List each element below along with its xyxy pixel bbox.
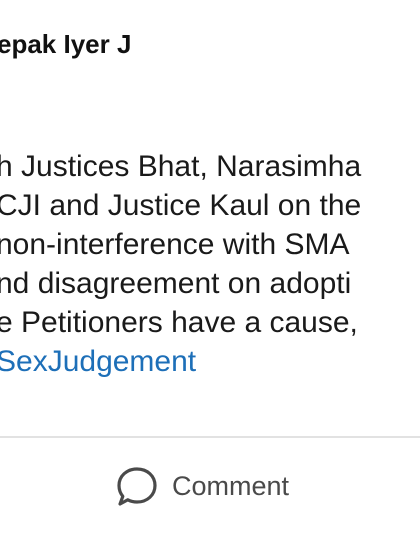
post-text-line: nd disagreement on adopti: [0, 267, 352, 300]
post-body: h Justices Bhat, Narasimha CJI and Justi…: [0, 147, 420, 381]
comment-button[interactable]: Comment: [114, 460, 289, 512]
post-text-line: e Petitioners have a cause,: [0, 306, 358, 339]
comment-bubble-icon: [114, 463, 160, 509]
post-text-line: CJI and Justice Kaul on the: [0, 189, 362, 222]
comment-label: Comment: [172, 470, 290, 501]
action-bar-divider: [0, 436, 420, 438]
post-text-line: h Justices Bhat, Narasimha: [0, 150, 362, 183]
post-text-line: non-interference with SMA: [0, 228, 350, 261]
author-name[interactable]: epak Iyer J: [0, 27, 131, 61]
hashtag-link[interactable]: SexJudgement: [0, 342, 420, 381]
